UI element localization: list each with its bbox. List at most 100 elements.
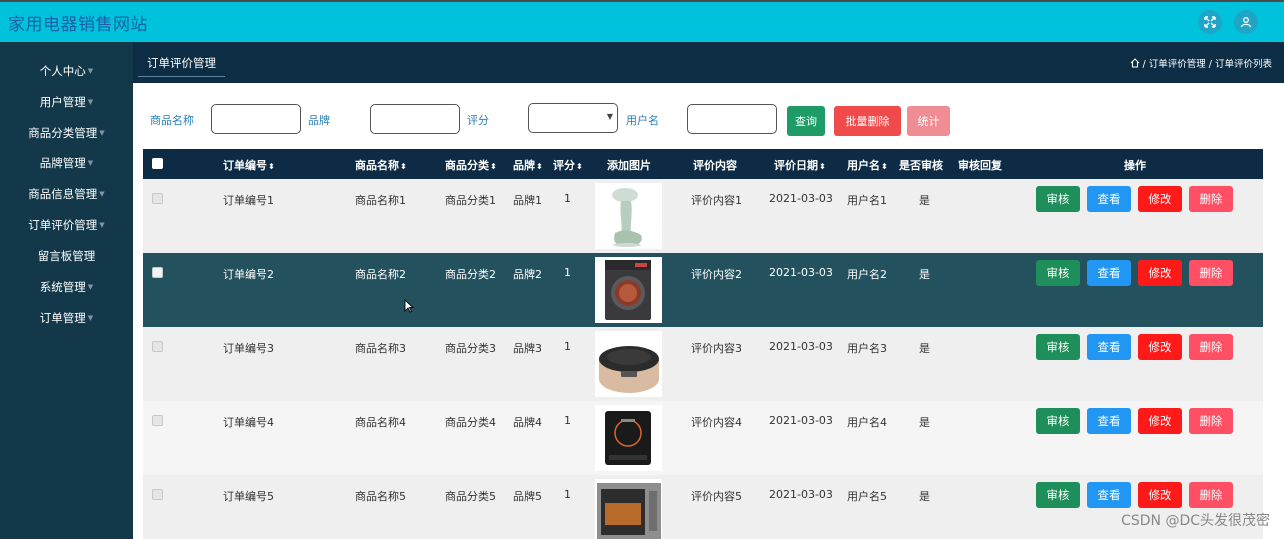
sidebar-item-label: 品牌管理 [39, 156, 86, 170]
view-button[interactable]: 查看 [1087, 334, 1131, 360]
table-row[interactable]: 订单编号3 商品名称3 商品分类3 品牌3 1 评价内容3 2021-03-03… [143, 327, 1263, 401]
caret-down-icon: ▼ [87, 314, 94, 322]
row-checkbox[interactable] [152, 489, 163, 500]
product-name-label: 商品名称 [150, 114, 194, 127]
product-name-cell: 商品名称3 [355, 342, 406, 355]
sort-icon: ⬍ [881, 162, 888, 171]
sort-icon: ⬍ [576, 162, 583, 171]
row-checkbox[interactable] [152, 341, 163, 352]
view-button[interactable]: 查看 [1087, 482, 1131, 508]
col-product-name[interactable]: 商品名称⬍ [355, 157, 407, 173]
microwave-oven-image[interactable] [595, 479, 662, 539]
review-button[interactable]: 审核 [1036, 482, 1080, 508]
review-button[interactable]: 审核 [1036, 334, 1080, 360]
rating-cell: 1 [564, 488, 571, 501]
table-row[interactable]: 订单编号2 商品名称2 商品分类2 品牌2 1 评价内容2 2021-03-03… [143, 253, 1263, 327]
washing-machine-image[interactable] [595, 257, 662, 323]
brand-cell: 品牌5 [513, 490, 542, 503]
induction-cooker-image[interactable] [595, 405, 662, 471]
content-cell: 评价内容4 [691, 416, 742, 429]
edit-button[interactable]: 修改 [1138, 482, 1182, 508]
col-category[interactable]: 商品分类⬍ [445, 157, 497, 173]
brand-cell: 品牌4 [513, 416, 542, 429]
caret-down-icon: ▼ [99, 190, 105, 198]
row-checkbox[interactable] [152, 193, 163, 204]
tab-order-reviews[interactable]: 订单评价管理 [138, 53, 225, 77]
view-button[interactable]: 查看 [1087, 186, 1131, 212]
sidebar-item-message-board[interactable]: 留言板管理 [0, 246, 133, 266]
sort-icon: ⬍ [536, 162, 543, 171]
edit-button[interactable]: 修改 [1138, 186, 1182, 212]
col-image: 添加图片 [607, 159, 651, 172]
home-icon[interactable] [1130, 58, 1140, 68]
select-all-checkbox[interactable] [152, 158, 163, 169]
delete-button[interactable]: 删除 [1189, 482, 1233, 508]
table-row[interactable]: 订单编号1 商品名称1 商品分类1 品牌1 1 评价内容1 2021-03-03… [143, 179, 1263, 253]
table-row[interactable]: 订单编号4 商品名称4 商品分类4 品牌4 1 评价内容4 2021-03-03… [143, 401, 1263, 475]
delete-button[interactable]: 删除 [1189, 408, 1233, 434]
rating-cell: 1 [564, 414, 571, 427]
garment-steamer-image[interactable] [595, 183, 662, 249]
breadcrumb: / 订单评价管理 / 订单评价列表 [1130, 56, 1272, 70]
caret-down-icon: ▼ [87, 98, 94, 106]
main-content: 订单评价管理 / 订单评价管理 / 订单评价列表 商品名称 品牌 评分 ▼ 用户… [133, 42, 1284, 539]
date-cell: 2021-03-03 [769, 488, 833, 501]
username-input[interactable] [687, 104, 777, 134]
row-checkbox[interactable] [152, 267, 163, 278]
brand-cell: 品牌1 [513, 194, 542, 207]
review-button[interactable]: 审核 [1036, 186, 1080, 212]
edit-button[interactable]: 修改 [1138, 408, 1182, 434]
delete-button[interactable]: 删除 [1189, 334, 1233, 360]
col-order-no[interactable]: 订单编号⬍ [223, 157, 275, 173]
view-button[interactable]: 查看 [1087, 408, 1131, 434]
watermark: CSDN @DC头发很茂密 [1121, 513, 1270, 529]
col-order-no-label: 订单编号 [223, 159, 267, 172]
user-icon[interactable] [1234, 10, 1258, 34]
rice-cooker-image[interactable] [595, 331, 662, 397]
col-reply: 审核回复 [958, 159, 1002, 172]
row-checkbox[interactable] [152, 415, 163, 426]
delete-button[interactable]: 删除 [1189, 186, 1233, 212]
content-cell: 评价内容1 [691, 194, 742, 207]
edit-button[interactable]: 修改 [1138, 334, 1182, 360]
query-button[interactable]: 查询 [787, 106, 825, 136]
col-rating[interactable]: 评分⬍ [553, 157, 583, 173]
stats-button[interactable]: 统计 [907, 106, 950, 136]
review-button[interactable]: 审核 [1036, 408, 1080, 434]
order-no-cell: 订单编号4 [223, 416, 274, 429]
product-name-cell: 商品名称2 [355, 268, 406, 281]
edit-button[interactable]: 修改 [1138, 260, 1182, 286]
col-actions: 操作 [1124, 159, 1146, 172]
sort-icon: ⬍ [819, 162, 826, 171]
reviewed-cell: 是 [919, 268, 930, 281]
category-cell: 商品分类2 [445, 268, 496, 281]
delete-button[interactable]: 删除 [1189, 260, 1233, 286]
col-user[interactable]: 用户名⬍ [847, 157, 888, 173]
category-cell: 商品分类4 [445, 416, 496, 429]
brand-input[interactable] [370, 104, 460, 134]
view-button[interactable]: 查看 [1087, 260, 1131, 286]
expand-icon[interactable] [1198, 10, 1222, 34]
sidebar-item-categories[interactable]: 商品分类管理 ▼ [0, 123, 133, 143]
product-name-input[interactable] [211, 104, 301, 134]
date-cell: 2021-03-03 [769, 192, 833, 205]
sidebar-item-products[interactable]: 商品信息管理 ▼ [0, 184, 133, 204]
sidebar-item-order-reviews[interactable]: 订单评价管理 ▼ [0, 215, 133, 235]
sidebar-item-orders[interactable]: 订单管理 ▼ [0, 308, 133, 328]
sidebar-item-system[interactable]: 系统管理 ▼ [0, 277, 133, 297]
batch-delete-button[interactable]: 批量删除 [834, 106, 901, 136]
product-name-cell: 商品名称5 [355, 490, 406, 503]
sidebar-item-users[interactable]: 用户管理 ▼ [0, 92, 133, 112]
sort-icon: ⬍ [268, 162, 275, 171]
sidebar-item-personal-center[interactable]: 个人中心 ▼ [0, 61, 133, 81]
reviewed-cell: 是 [919, 342, 930, 355]
rating-select[interactable]: ▼ [528, 103, 618, 133]
user-cell: 用户名2 [847, 268, 887, 281]
sidebar-item-brands[interactable]: 品牌管理 ▼ [0, 153, 133, 173]
col-date[interactable]: 评价日期⬍ [774, 157, 826, 173]
col-brand[interactable]: 品牌⬍ [513, 157, 543, 173]
brand-cell: 品牌2 [513, 268, 542, 281]
table-row[interactable]: 订单编号5 商品名称5 商品分类5 品牌5 1 评价内容5 2021-03-03… [143, 475, 1263, 539]
col-rating-label: 评分 [553, 159, 575, 172]
review-button[interactable]: 审核 [1036, 260, 1080, 286]
